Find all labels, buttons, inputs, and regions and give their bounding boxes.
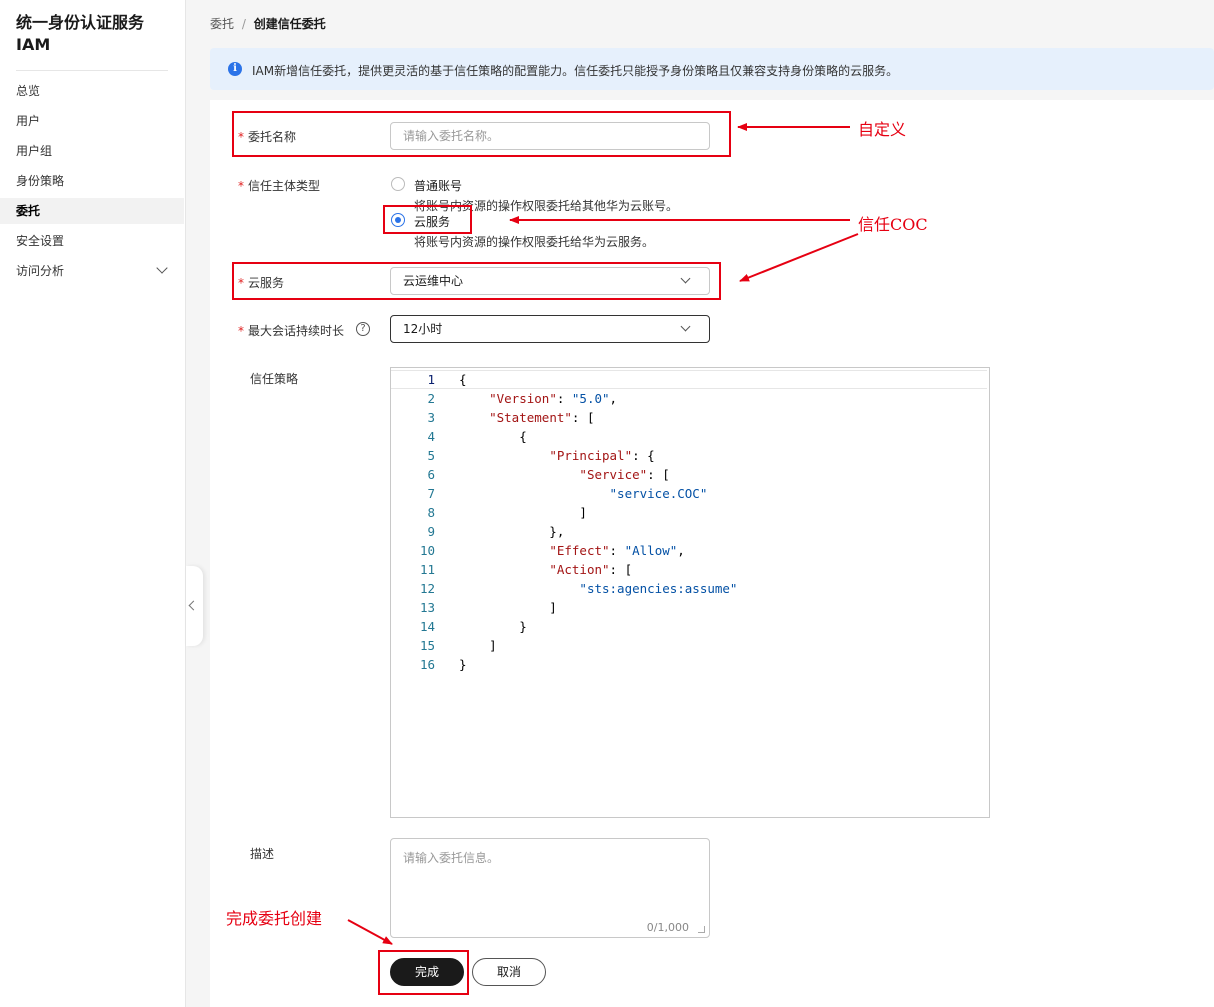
annotation-arrows <box>347 123 859 945</box>
annotation-arrow-finish <box>347 919 393 945</box>
annotation-arrow-service <box>739 233 859 282</box>
